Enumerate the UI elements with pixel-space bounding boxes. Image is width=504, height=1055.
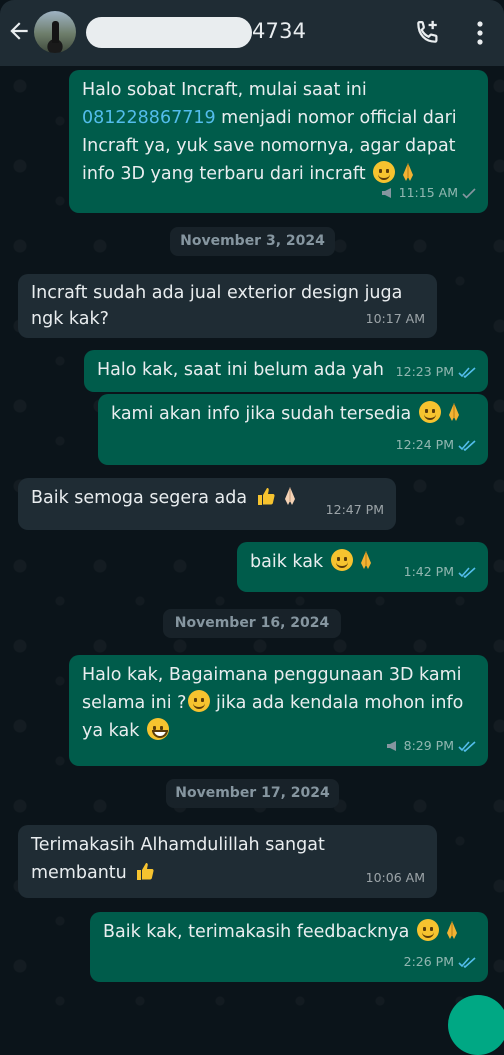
- message-meta: 10:17 AM: [365, 311, 425, 326]
- pray-emoji: [360, 551, 371, 569]
- relieved-emoji: [416, 919, 439, 941]
- double-tick-read-icon: [458, 439, 476, 451]
- message-meta: 12:23 PM: [396, 358, 476, 386]
- grin-emoji: [146, 718, 169, 740]
- double-tick-read-icon: [458, 566, 476, 578]
- double-tick-read-icon: [458, 956, 476, 968]
- message-bubble-outgoing[interactable]: Baik kak, terimakasih feedbacknya 2:26 P…: [90, 912, 488, 982]
- pray-emoji: [284, 487, 295, 505]
- message-bubble-incoming[interactable]: Baik semoga segera ada 12:47 PM: [18, 478, 396, 530]
- smile-emoji: [188, 690, 211, 712]
- message-bubble-outgoing[interactable]: Halo sobat Incraft, mulai saat ini 08122…: [69, 70, 488, 213]
- message-meta: 8:29 PM: [386, 732, 476, 760]
- scroll-down-button[interactable]: [448, 995, 504, 1055]
- message-text: Halo sobat Incraft, mulai saat ini 08122…: [82, 80, 457, 184]
- double-tick-read-icon: [458, 366, 476, 378]
- date-separator: November 17, 2024: [166, 779, 339, 808]
- message-meta: 10:06 AM: [365, 870, 425, 885]
- message-meta: 12:24 PM: [396, 431, 476, 459]
- contact-name-redacted[interactable]: [86, 17, 252, 48]
- message-meta: 11:15 AM: [381, 179, 476, 207]
- smile-emoji: [418, 401, 441, 423]
- pray-emoji: [448, 403, 459, 421]
- message-text: Baik kak, terimakasih feedbacknya: [103, 918, 476, 946]
- message-bubble-incoming[interactable]: Incraft sudah ada jual exterior design j…: [18, 274, 437, 338]
- message-bubble-outgoing[interactable]: kami akan info jika sudah tersedia 12:24…: [98, 394, 488, 465]
- message-meta: 1:42 PM: [404, 558, 476, 586]
- message-meta: 2:26 PM: [404, 948, 476, 976]
- date-separator: November 16, 2024: [163, 609, 341, 638]
- back-arrow-icon[interactable]: [6, 18, 32, 44]
- single-tick-icon: [462, 187, 476, 199]
- message-text: kami akan info jika sudah tersedia: [111, 400, 476, 428]
- add-call-icon[interactable]: [414, 18, 442, 46]
- thumbs-up-emoji: [137, 863, 154, 880]
- message-bubble-outgoing[interactable]: Halo kak, Bagaimana penggunaan 3D kami s…: [69, 655, 488, 766]
- phone-link[interactable]: 081228867719: [82, 108, 216, 128]
- thumbs-up-emoji: [257, 488, 275, 505]
- message-meta: 12:47 PM: [325, 502, 384, 517]
- message-bubble-incoming[interactable]: Terimakasih Alhamdulillah sangat membant…: [18, 825, 437, 898]
- smile-emoji: [330, 549, 353, 571]
- date-separator: November 3, 2024: [170, 227, 335, 256]
- avatar[interactable]: [34, 11, 76, 53]
- more-vert-icon[interactable]: [476, 20, 484, 46]
- broadcast-icon: [386, 741, 396, 751]
- message-bubble-outgoing[interactable]: baik kak 1:42 PM: [237, 542, 488, 592]
- contact-name-suffix[interactable]: 4734: [252, 19, 306, 43]
- message-bubble-outgoing[interactable]: Halo kak, saat ini belum ada yah 12:23 P…: [84, 350, 488, 392]
- double-tick-read-icon: [458, 740, 476, 752]
- pray-emoji: [446, 921, 457, 939]
- chat-header: 4734: [0, 0, 504, 66]
- broadcast-icon: [381, 188, 391, 198]
